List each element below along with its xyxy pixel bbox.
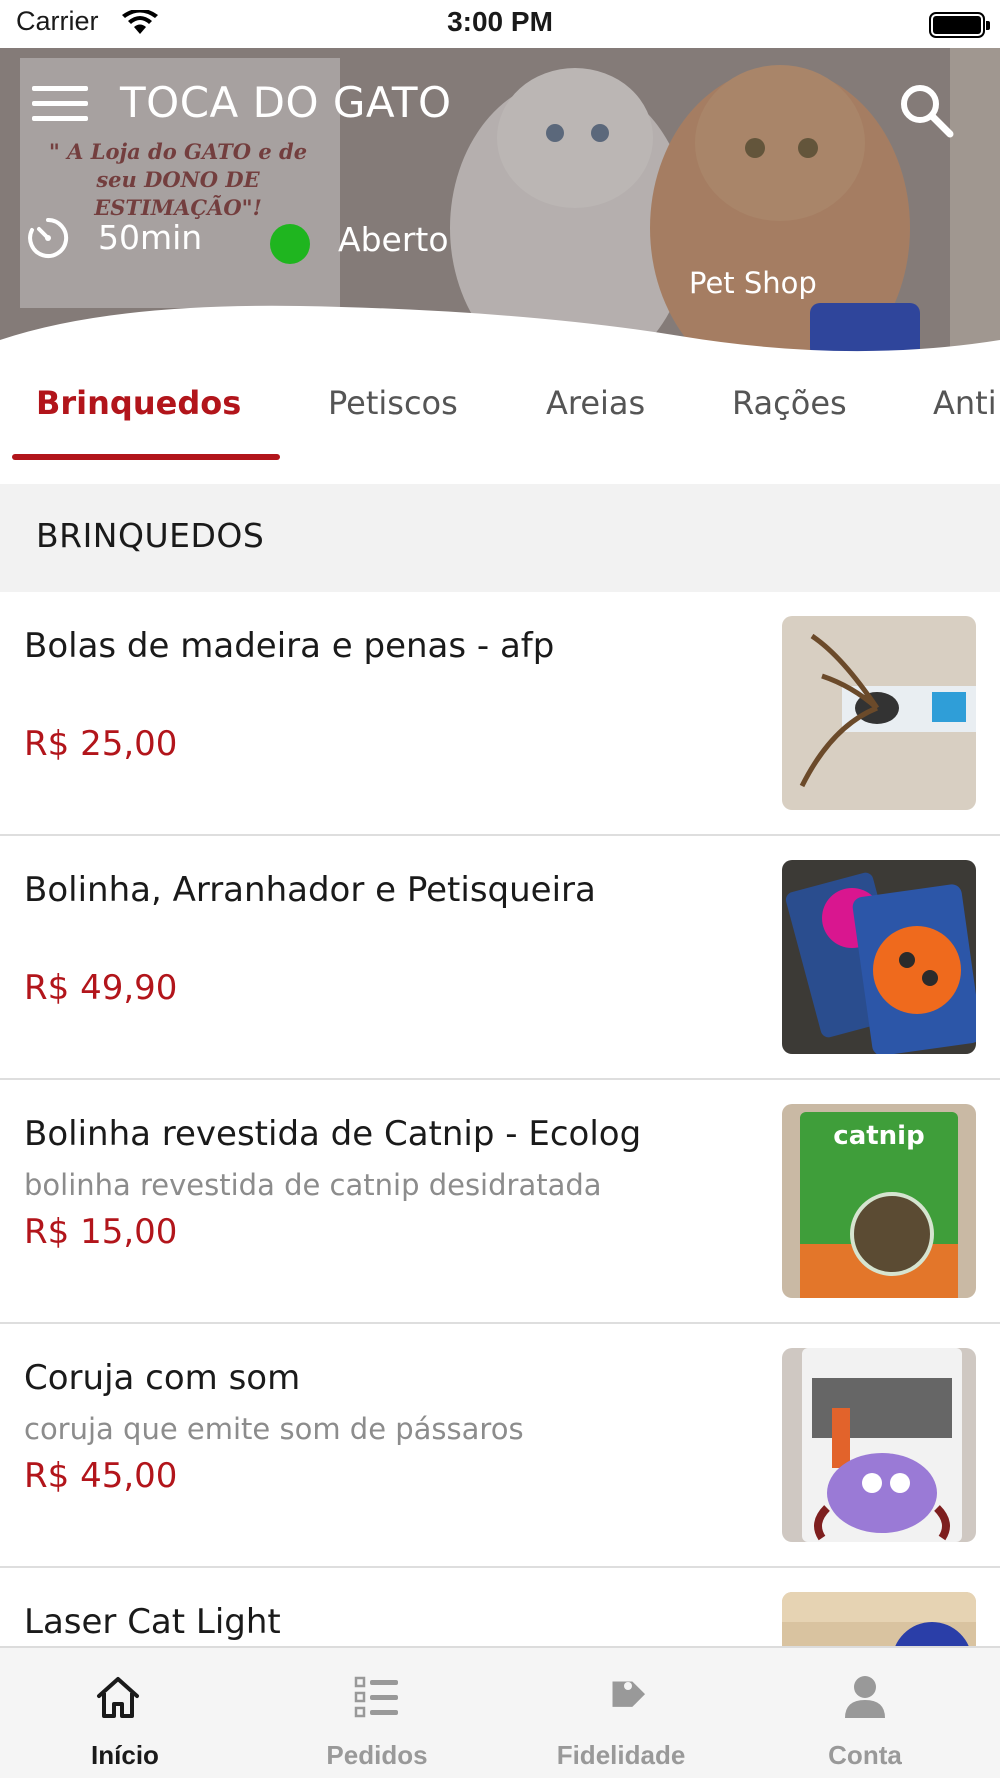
tabbar-label: Início — [91, 1740, 159, 1770]
tabbar-label: Pedidos — [326, 1740, 428, 1770]
product-item[interactable]: Bolinha, Arranhador e Petisqueira R$ 49,… — [0, 836, 1000, 1080]
store-header: " A Loja do GATO e de seu DONO DE ESTIMA… — [0, 48, 1000, 368]
battery-icon — [929, 12, 990, 38]
product-name: Laser Cat Light — [24, 1602, 281, 1642]
product-image — [782, 860, 976, 1054]
status-time: 3:00 PM — [447, 6, 553, 37]
product-image: catnip — [782, 1104, 976, 1298]
product-name: Bolas de madeira e penas - afp — [24, 626, 555, 666]
tab-brinquedos[interactable]: Brinquedos — [36, 384, 241, 422]
home-icon — [97, 1677, 139, 1718]
product-image — [782, 616, 976, 810]
status-bar: Carrier 3:00 PM — [0, 0, 1000, 48]
tab-racoes[interactable]: Rações — [732, 384, 847, 422]
product-price: R$ 15,00 — [24, 1212, 178, 1252]
account-icon — [845, 1676, 885, 1718]
tabbar-label: Fidelidade — [556, 1740, 686, 1770]
loyalty-tag-icon — [612, 1681, 646, 1707]
product-item[interactable]: Coruja com som coruja que emite som de p… — [0, 1324, 1000, 1568]
product-name: Coruja com som — [24, 1358, 301, 1398]
tab-petiscos[interactable]: Petiscos — [328, 384, 458, 422]
tabbar-label: Conta — [828, 1740, 902, 1770]
product-list: Bolas de madeira e penas - afp R$ 25,00 … — [0, 592, 1000, 1646]
product-name: Bolinha, Arranhador e Petisqueira — [24, 870, 596, 910]
header-wave-divider — [0, 305, 1000, 368]
category-tabs: Brinquedos Petiscos Areias Rações Anti — [0, 368, 1000, 468]
tabbar-item-conta[interactable]: Conta — [740, 1648, 990, 1778]
product-price: R$ 45,00 — [24, 1456, 178, 1496]
section-title: BRINQUEDOS — [36, 516, 265, 555]
product-item[interactable]: Laser Cat Light — [0, 1568, 1000, 1646]
tabbar-item-fidelidade[interactable]: Fidelidade — [496, 1648, 746, 1778]
product-image — [782, 1348, 976, 1542]
product-name: Bolinha revestida de Catnip - Ecolog — [24, 1114, 642, 1154]
tabbar-item-inicio[interactable]: Início — [8, 1648, 258, 1778]
product-description: bolinha revestida de catnip desidratada — [24, 1168, 602, 1202]
section-header: BRINQUEDOS — [0, 484, 1000, 592]
product-item[interactable]: Bolinha revestida de Catnip - Ecolog bol… — [0, 1080, 1000, 1324]
bottom-tab-bar: Início Pedidos Fidelidade Conta — [0, 1646, 1000, 1778]
product-description: coruja que emite som de pássaros — [24, 1412, 524, 1446]
product-price: R$ 49,90 — [24, 968, 178, 1008]
product-item[interactable]: Bolas de madeira e penas - afp R$ 25,00 — [0, 592, 1000, 836]
orders-list-icon — [354, 1676, 398, 1718]
active-tab-indicator — [12, 454, 280, 460]
product-image-label: catnip — [833, 1121, 924, 1151]
tabbar-item-pedidos[interactable]: Pedidos — [252, 1648, 502, 1778]
product-price: R$ 25,00 — [24, 724, 178, 764]
product-image — [782, 1592, 976, 1646]
tab-anti[interactable]: Anti — [933, 384, 997, 422]
tab-areias[interactable]: Areias — [546, 384, 645, 422]
